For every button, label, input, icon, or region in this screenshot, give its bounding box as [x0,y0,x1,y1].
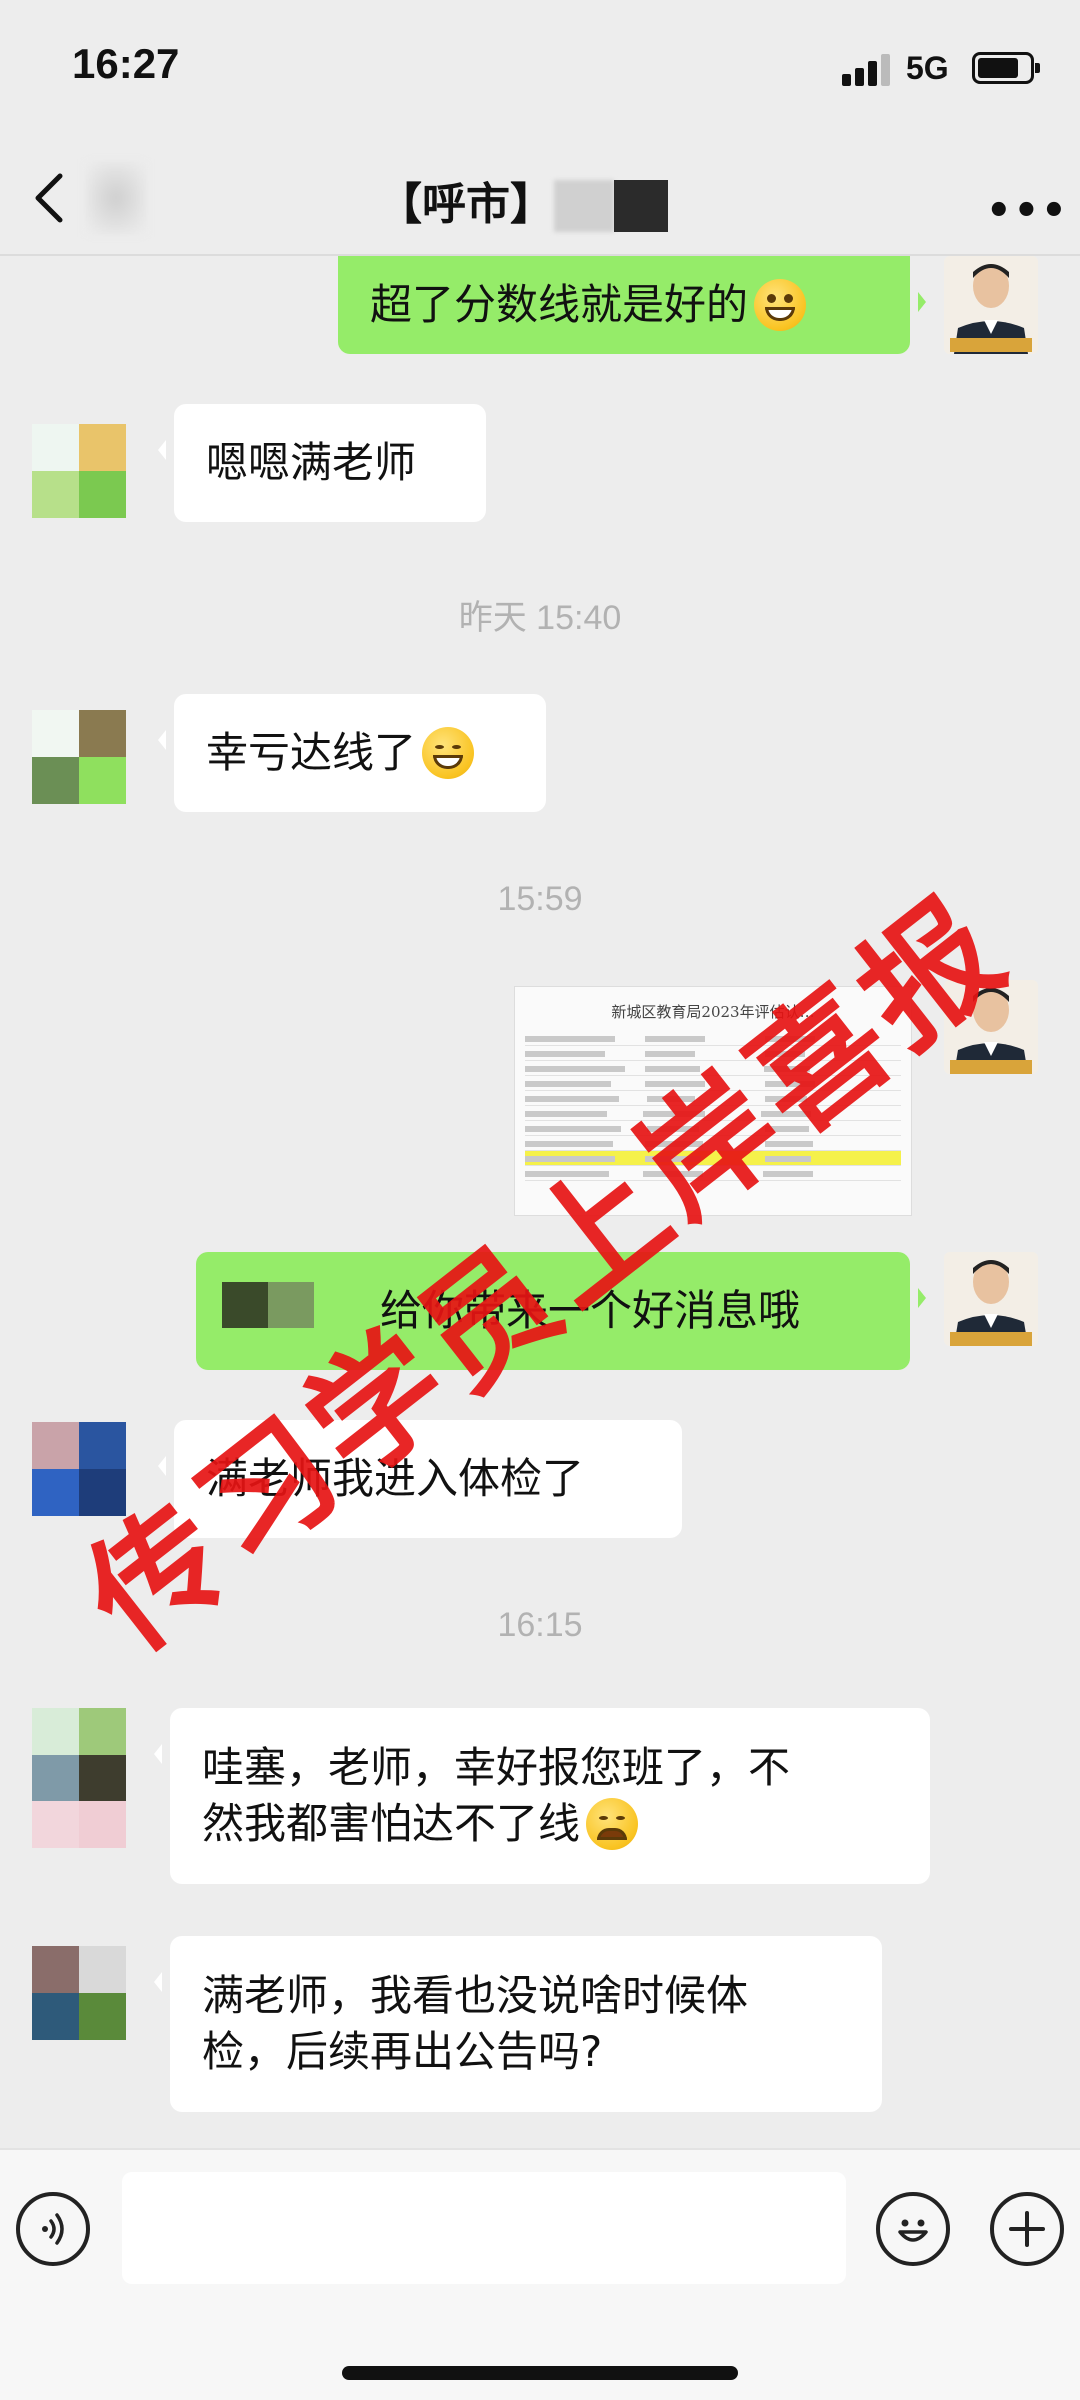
message-bubble-incoming[interactable]: 哇塞，老师，幸好报您班了，不 然我都害怕达不了线 [154,1708,930,1884]
redaction-block [614,180,668,232]
message-bubble-incoming[interactable]: 幸亏达线了 [158,694,546,812]
message-text: 给你带来一个好消息哦 [380,1286,801,1335]
grinning-face-emoji [754,279,807,331]
message-text-line: 哇塞，老师，幸好报您班了，不 [202,1743,791,1792]
message-text-line: 满老师，我看也没说啥时候体 [202,1971,749,2020]
message-line-wrap: 然我都害怕达不了线 [202,1796,639,1852]
plus-circle-icon [1009,2211,1045,2247]
redaction-block [554,180,614,232]
timestamp: 昨天 15:40 [458,599,622,637]
message-bubble-incoming[interactable]: 嗯嗯满老师 [158,404,486,522]
smiley-icon [898,2219,928,2242]
message-text: 幸亏达线了 [206,728,417,777]
home-indicator [342,2366,738,2380]
chat-title: 【呼市】 [378,179,554,230]
message-bubble-incoming[interactable]: 满老师，我看也没说啥时候体 检，后续再出公告吗? [154,1936,882,2112]
grinning-squint-emoji [422,727,475,779]
portrait-icon [944,1252,1038,1346]
score-table-image [525,1031,901,1181]
teacher-avatar[interactable] [944,980,1038,1074]
message-bubble-incoming[interactable]: 满老师我进入体检了 [158,1420,682,1538]
user-avatar[interactable] [32,1708,126,1848]
timestamp: 15:59 [497,880,583,918]
message-input[interactable] [122,2172,846,2284]
voice-button[interactable] [16,2192,90,2266]
chat-header: 【呼市】 ••• [0,140,1080,256]
battery-icon [972,52,1040,84]
user-avatar[interactable] [32,424,126,518]
voice-icon [42,2213,64,2245]
message-text-line: 检，后续再出公告吗? [202,2027,603,2076]
user-avatar[interactable] [32,1946,126,2040]
image-caption: 新城区教育局2023年评估认… [611,1003,815,1021]
status-time: 16:27 [72,40,180,87]
chevron-left-icon [35,173,63,223]
message-list[interactable]: 超了分数线就是好的 嗯嗯满老师 昨天 15:40 幸亏达线了 15:59 新城区… [0,256,1080,2148]
portrait-icon [944,980,1038,1074]
emoji-button[interactable] [876,2192,950,2266]
user-avatar[interactable] [32,1422,126,1516]
message-text: 嗯嗯满老师 [206,438,417,487]
add-button[interactable] [990,2192,1064,2266]
redaction-block [222,1282,268,1328]
message-text: 超了分数线就是好的 [370,280,749,329]
redaction-block [268,1282,314,1328]
portrait-icon [944,256,1038,354]
status-bar: 16:27 5G [0,0,1080,140]
back-button[interactable] [26,170,76,226]
blurred-avatar [86,162,146,234]
user-avatar[interactable] [32,710,126,804]
loudly-crying-emoji [586,1798,639,1850]
message-text: 满老师我进入体检了 [206,1454,585,1503]
message-bubble-outgoing[interactable]: 超了分数线就是好的 [338,256,926,354]
teacher-avatar[interactable] [944,256,1038,354]
signal-icon [842,52,890,86]
more-options-button[interactable]: ••• [986,188,1069,234]
message-text-line: 然我都害怕达不了线 [202,1799,581,1848]
input-bar [0,2148,1080,2400]
timestamp: 16:15 [497,1606,583,1644]
image-message[interactable]: 新城区教育局2023年评估认… [514,986,912,1216]
teacher-avatar[interactable] [944,1252,1038,1346]
network-type: 5G [906,50,949,86]
